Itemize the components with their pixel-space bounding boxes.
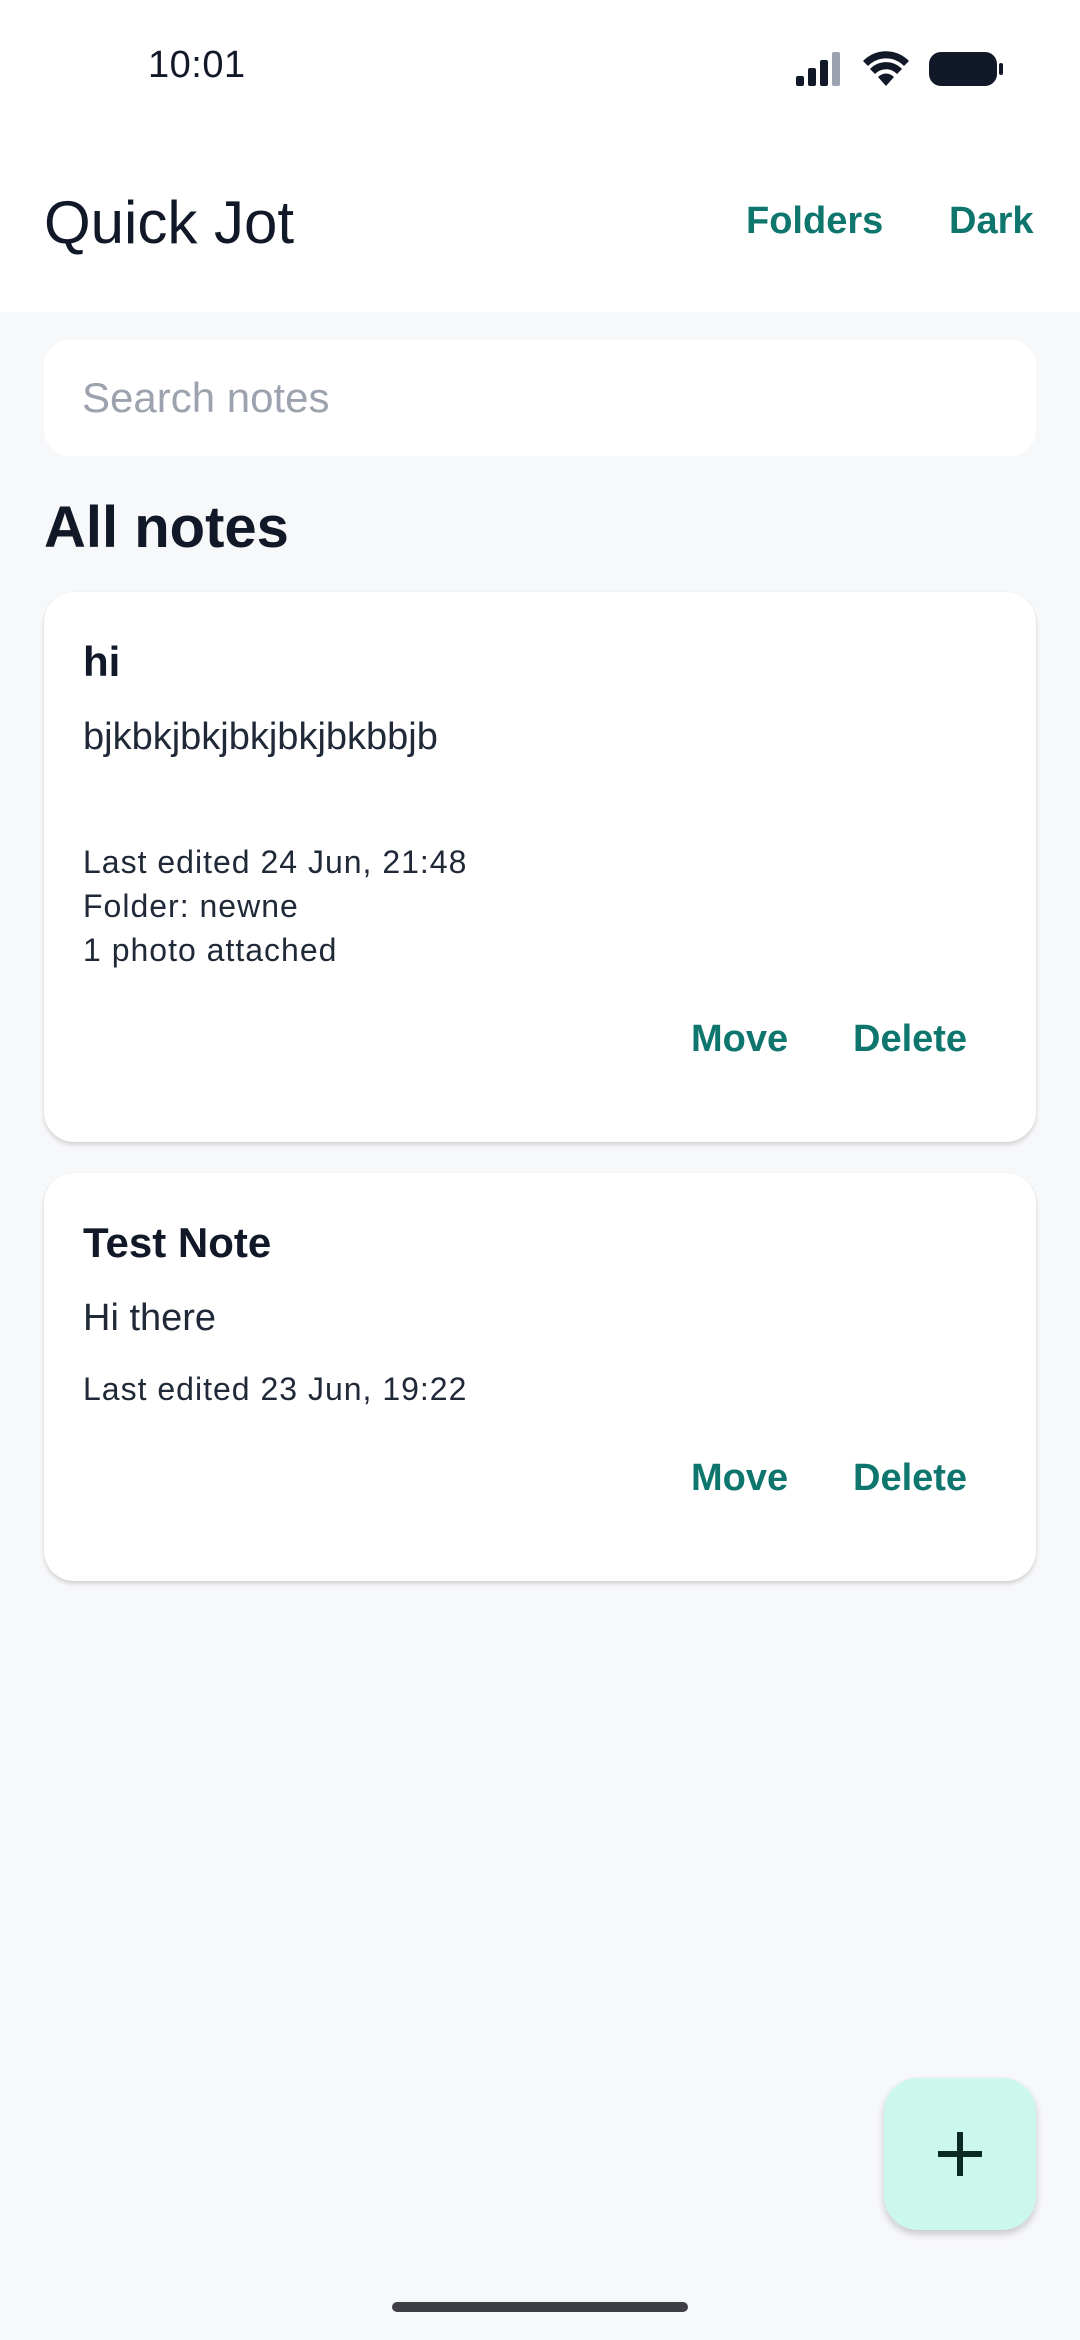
note-card[interactable]: Test Note Hi there Last edited 23 Jun, 1… [44, 1173, 1036, 1581]
dark-mode-toggle[interactable]: Dark [949, 200, 1034, 243]
delete-button[interactable]: Delete [853, 1018, 967, 1061]
note-last-edited: Last edited 24 Jun, 21:48 [83, 844, 468, 880]
delete-button[interactable]: Delete [853, 1457, 967, 1500]
note-title: Test Note [83, 1219, 272, 1266]
note-folder: Folder: newne [83, 888, 299, 924]
note-card[interactable]: hi bjkbkjbkjbkjbkjbkbbjb Last edited 24 … [44, 592, 1036, 1142]
home-indicator[interactable] [392, 2302, 688, 2312]
signal-icon [796, 52, 840, 86]
note-attachments: 1 photo attached [83, 932, 338, 968]
status-time: 10:01 [148, 44, 246, 86]
wifi-icon [863, 51, 909, 86]
plus-icon [938, 2132, 982, 2176]
battery-icon [929, 52, 1003, 86]
folders-button[interactable]: Folders [746, 200, 883, 243]
add-note-button[interactable] [884, 2078, 1036, 2230]
note-title: hi [83, 638, 121, 685]
status-icons [794, 50, 1004, 88]
app-header: Quick Jot Folders Dark [0, 140, 1080, 312]
move-button[interactable]: Move [691, 1018, 788, 1061]
note-body: bjkbkjbkjbkjbkjbkbbjb [83, 716, 438, 758]
search-input[interactable] [44, 340, 1036, 456]
app-title: Quick Jot [44, 189, 295, 256]
section-title: All notes [44, 495, 289, 560]
status-bar: 10:01 [0, 0, 1080, 140]
note-body: Hi there [83, 1297, 217, 1339]
move-button[interactable]: Move [691, 1457, 788, 1500]
note-last-edited: Last edited 23 Jun, 19:22 [83, 1371, 468, 1407]
